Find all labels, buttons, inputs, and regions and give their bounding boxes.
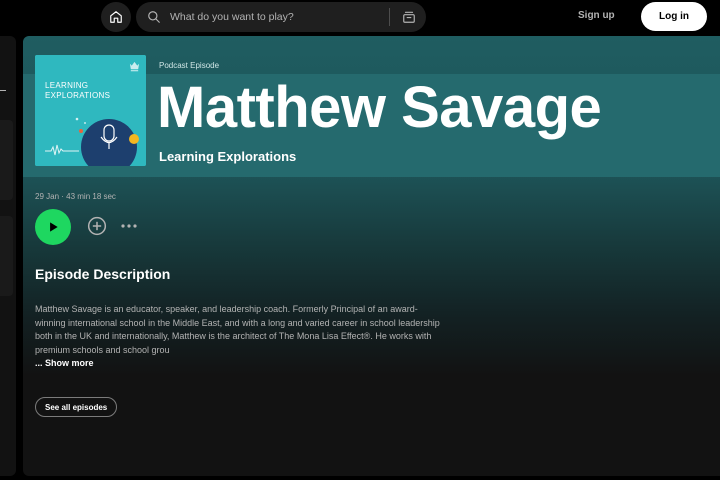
play-icon xyxy=(50,222,58,232)
search-bar[interactable] xyxy=(136,2,426,32)
home-button[interactable] xyxy=(101,2,131,32)
episode-meta: 29 Jan · 43 min 18 sec xyxy=(35,192,116,201)
search-icon xyxy=(140,2,168,32)
add-icon xyxy=(87,216,107,236)
search-divider xyxy=(389,8,390,26)
episode-cover-art: LEARNING EXPLORATIONS xyxy=(35,55,146,166)
sidebar-card[interactable] xyxy=(0,120,13,200)
show-more-button[interactable]: ... Show more xyxy=(35,358,94,368)
episode-title: Matthew Savage xyxy=(157,75,602,140)
cover-title: LEARNING EXPLORATIONS xyxy=(45,81,110,101)
main-panel: LEARNING EXPLORATIONS Podcast Episode Ma… xyxy=(23,36,720,476)
top-bar: Sign up Log in xyxy=(0,0,720,34)
show-name-link[interactable]: Learning Explorations xyxy=(159,149,296,164)
episode-type-label: Podcast Episode xyxy=(159,61,220,70)
sidebar-card[interactable] xyxy=(0,216,13,296)
cover-title-line: EXPLORATIONS xyxy=(45,91,111,100)
add-to-library-button[interactable] xyxy=(87,216,107,236)
description-text: Matthew Savage is an educator, speaker, … xyxy=(35,304,440,356)
browse-button[interactable] xyxy=(398,2,420,32)
see-all-episodes-button[interactable]: See all episodes xyxy=(35,397,118,417)
library-sidebar xyxy=(0,36,16,476)
browse-icon xyxy=(403,11,415,23)
search-input[interactable] xyxy=(168,11,389,23)
description-heading: Episode Description xyxy=(35,266,171,282)
sidebar-divider xyxy=(0,90,6,91)
home-icon xyxy=(110,11,122,23)
cover-title-line: LEARNING xyxy=(45,81,89,90)
crest-icon xyxy=(129,59,140,77)
signup-link[interactable]: Sign up xyxy=(578,10,615,21)
more-options-button[interactable] xyxy=(120,217,138,235)
more-icon xyxy=(121,224,137,228)
play-button[interactable] xyxy=(35,209,71,245)
login-button[interactable]: Log in xyxy=(641,2,707,31)
